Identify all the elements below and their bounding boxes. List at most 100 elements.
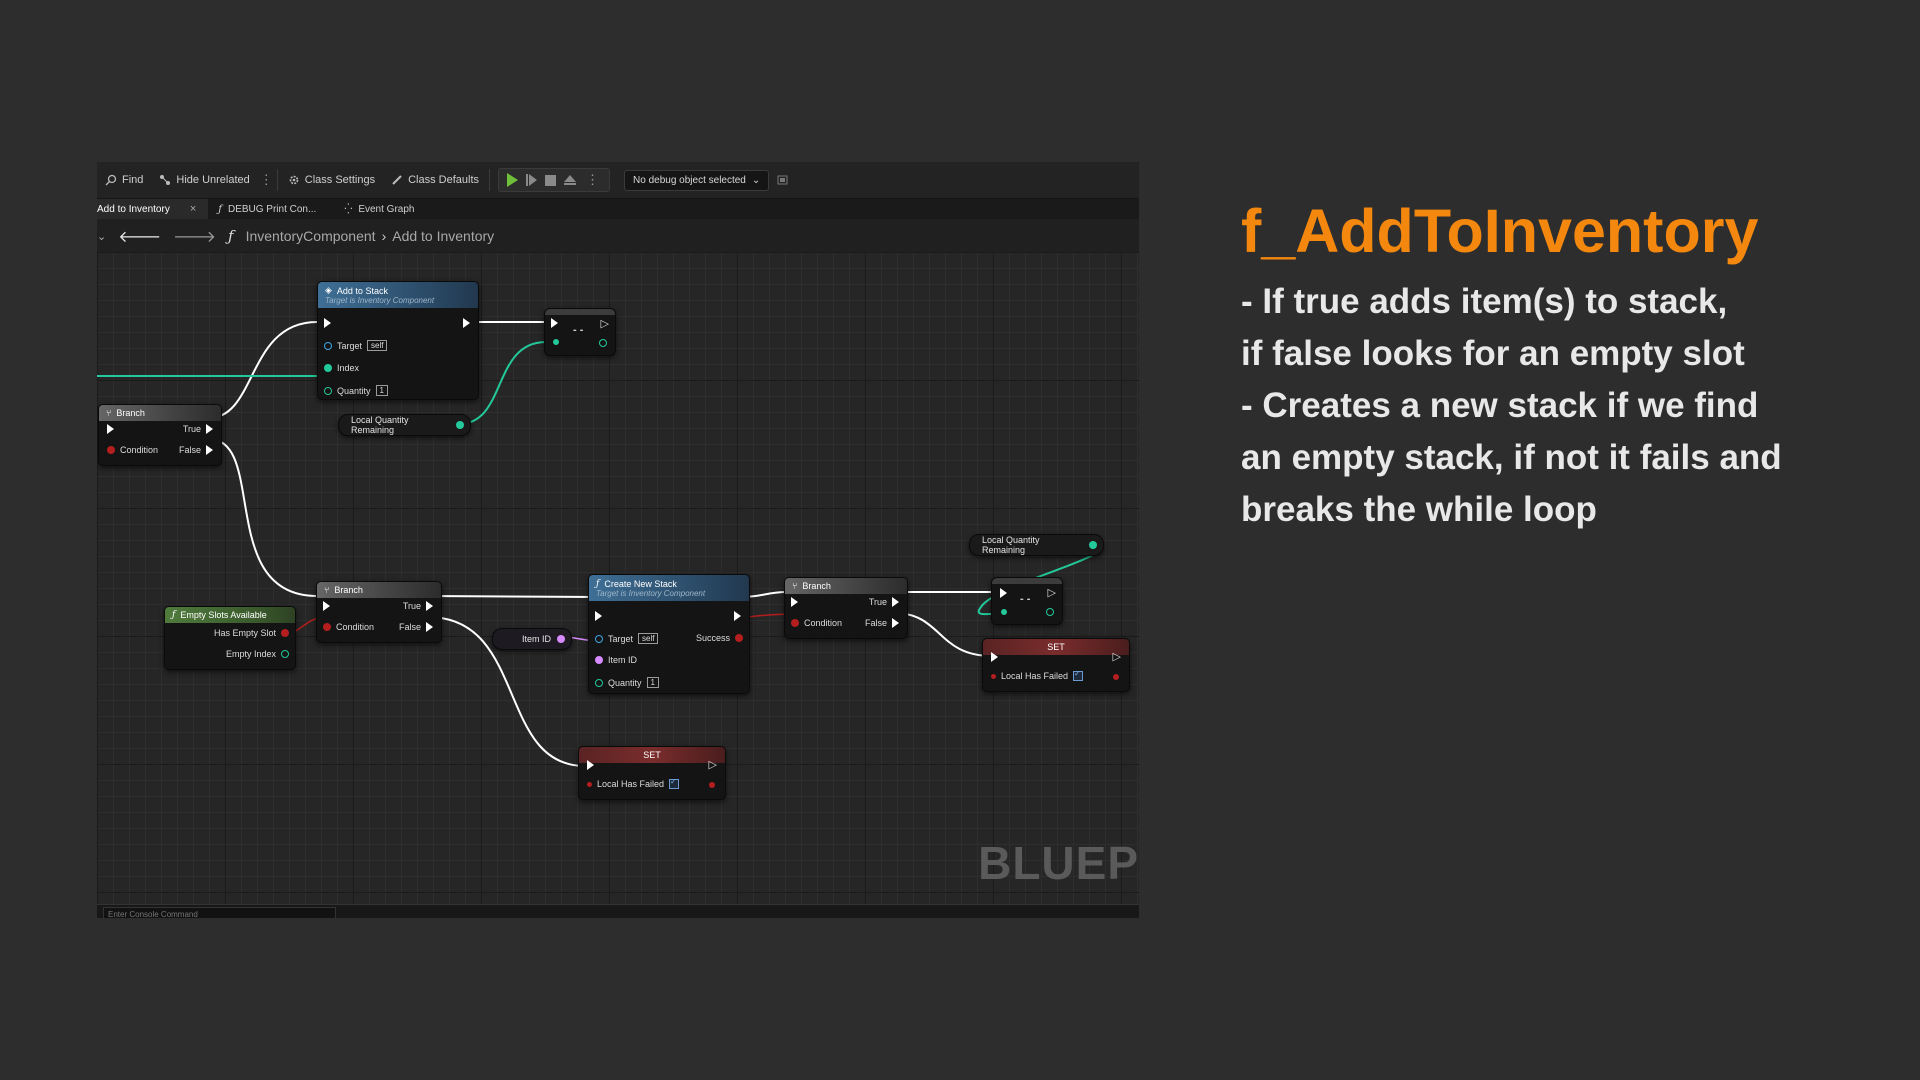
node-subtitle: Target is Inventory Component <box>596 588 706 598</box>
local-has-failed-pin[interactable]: Local Has Failed <box>587 777 680 789</box>
target-value[interactable]: self <box>367 340 388 351</box>
false-pin[interactable]: False <box>865 618 899 628</box>
forward-arrow-icon[interactable]: 🡒 <box>173 226 216 247</box>
node-header: ⑂ Branch <box>785 578 907 594</box>
target-value[interactable]: self <box>638 633 659 644</box>
kebab-menu-icon[interactable]: ⋮ <box>258 172 275 188</box>
close-icon[interactable]: × <box>190 203 196 215</box>
chevron-down-icon[interactable]: ⌄ <box>97 230 106 243</box>
debug-filter-icon[interactable] <box>777 174 789 186</box>
class-defaults-label: Class Defaults <box>408 174 480 186</box>
exec-out-hollow-icon[interactable]: ▷ <box>601 317 609 330</box>
exec-in-pin[interactable] <box>587 760 594 770</box>
condition-pin[interactable]: Condition <box>107 445 158 455</box>
exec-in-pin[interactable] <box>107 424 114 434</box>
decrement-node-2[interactable]: ▷ - - <box>991 577 1063 625</box>
exec-in-pin[interactable] <box>595 611 602 621</box>
class-defaults-button[interactable]: Class Defaults <box>383 162 487 198</box>
branch-node-3[interactable]: ⑂ Branch True Condition False <box>784 577 908 639</box>
bool-out-pin[interactable] <box>709 782 715 788</box>
tab-debug-print[interactable]: ƒ DEBUG Print Con... <box>208 199 328 219</box>
quantity-pin[interactable]: Quantity 1 <box>595 677 659 688</box>
create-new-stack-node[interactable]: ƒ Create New Stack Target is Inventory Co… <box>588 574 750 694</box>
pin-label: True <box>402 601 421 611</box>
index-pin[interactable]: Index <box>324 363 359 373</box>
tab-event-graph[interactable]: ⁛ Event Graph <box>328 199 426 219</box>
node-title: SET <box>1047 642 1065 652</box>
add-to-stack-node[interactable]: ◈ Add to Stack Target is Inventory Compon… <box>317 281 479 400</box>
play-icon[interactable] <box>507 173 519 187</box>
op-label: - - <box>1020 593 1031 605</box>
item-id-pin[interactable]: Item ID <box>595 655 637 665</box>
local-quantity-remaining-getter[interactable]: Local Quantity Remaining <box>969 534 1104 556</box>
pin-label: True <box>868 597 887 607</box>
exec-in-pin[interactable] <box>551 318 558 328</box>
true-pin[interactable]: True <box>869 597 899 607</box>
true-pin[interactable]: True <box>403 601 433 611</box>
exec-out-hollow-icon[interactable]: ▷ <box>1048 586 1056 599</box>
exec-out-hollow-icon[interactable]: ▷ <box>1113 650 1121 663</box>
find-button[interactable]: Find <box>97 162 151 198</box>
false-pin[interactable]: False <box>399 622 433 632</box>
node-header: ⑂ Branch <box>317 582 441 598</box>
int-out-pin[interactable] <box>1046 608 1054 616</box>
debug-object-select[interactable]: No debug object selected ⌄ <box>624 169 770 191</box>
set-local-has-failed-node[interactable]: SET ▷ Local Has Failed <box>578 746 726 800</box>
target-pin[interactable]: Target self <box>595 633 659 644</box>
exec-in-pin[interactable] <box>991 652 998 662</box>
exec-in-pin[interactable] <box>1000 588 1007 598</box>
int-in-pin[interactable] <box>553 339 559 345</box>
tab-add-to-inventory[interactable]: Add to Inventory × <box>97 199 209 219</box>
checkbox-checked[interactable] <box>1073 669 1084 681</box>
pencil-icon <box>392 175 402 185</box>
pin-label: Quantity <box>337 385 371 396</box>
graph-canvas[interactable]: ⑂ Branch True Condition False ◈ Add to St… <box>97 252 1139 904</box>
decrement-node-1[interactable]: ▷ - - <box>544 308 616 356</box>
eject-icon[interactable] <box>564 175 577 185</box>
quantity-value[interactable]: 1 <box>375 385 388 396</box>
step-icon[interactable] <box>526 174 538 186</box>
pin-label: Quantity <box>608 677 642 688</box>
pin-label: Target <box>608 633 634 644</box>
stop-icon[interactable] <box>545 174 557 186</box>
exec-in-pin[interactable] <box>323 601 330 611</box>
console-input[interactable] <box>103 907 336 918</box>
checkbox-checked[interactable] <box>669 777 680 789</box>
quantity-value[interactable]: 1 <box>646 677 659 688</box>
empty-index-pin[interactable]: Empty Index <box>226 649 289 659</box>
true-pin[interactable]: True <box>183 424 213 434</box>
target-pin[interactable]: Target self <box>324 340 388 351</box>
exec-out-pin[interactable] <box>734 611 741 621</box>
branch-node-1[interactable]: ⑂ Branch True Condition False <box>98 404 222 466</box>
false-pin[interactable]: False <box>179 445 213 455</box>
int-out-pin[interactable] <box>599 339 607 347</box>
exec-in-pin[interactable] <box>324 318 331 328</box>
condition-pin[interactable]: Condition <box>791 618 842 628</box>
branch-node-2[interactable]: ⑂ Branch True Condition False <box>316 581 442 643</box>
item-id-getter[interactable]: Item ID <box>492 628 572 650</box>
quantity-pin[interactable]: Quantity 1 <box>324 385 388 396</box>
back-arrow-icon[interactable]: 🡐 <box>118 226 161 247</box>
local-quantity-remaining-getter[interactable]: Local Quantity Remaining <box>338 414 471 436</box>
set-local-has-failed-node[interactable]: SET ▷ Local Has Failed <box>982 638 1130 692</box>
node-title: Branch <box>334 585 363 595</box>
breadcrumb-component[interactable]: InventoryComponent <box>246 228 376 244</box>
condition-pin[interactable]: Condition <box>323 622 374 632</box>
exec-in-pin[interactable] <box>791 597 798 607</box>
local-has-failed-pin[interactable]: Local Has Failed <box>991 669 1084 681</box>
class-settings-button[interactable]: Class Settings <box>280 162 383 198</box>
exec-out-hollow-icon[interactable]: ▷ <box>709 758 717 771</box>
int-in-pin[interactable] <box>1001 609 1007 615</box>
play-options-icon[interactable]: ⋮ <box>584 172 601 188</box>
exec-out-pin[interactable] <box>463 318 470 328</box>
chevron-down-icon: ⌄ <box>751 174 761 186</box>
node-header <box>992 578 1062 584</box>
empty-slots-available-node[interactable]: ƒ Empty Slots Available Has Empty Slot E… <box>164 606 296 670</box>
function-icon: ◈ <box>325 285 332 295</box>
bool-out-pin[interactable] <box>1113 674 1119 680</box>
branch-icon: ⑂ <box>324 585 330 595</box>
has-empty-slot-pin[interactable]: Has Empty Slot <box>214 628 289 638</box>
description-line: - Creates a new stack if we find <box>1241 386 1759 425</box>
success-pin[interactable]: Success <box>696 633 743 643</box>
hide-unrelated-button[interactable]: Hide Unrelated <box>151 162 257 198</box>
